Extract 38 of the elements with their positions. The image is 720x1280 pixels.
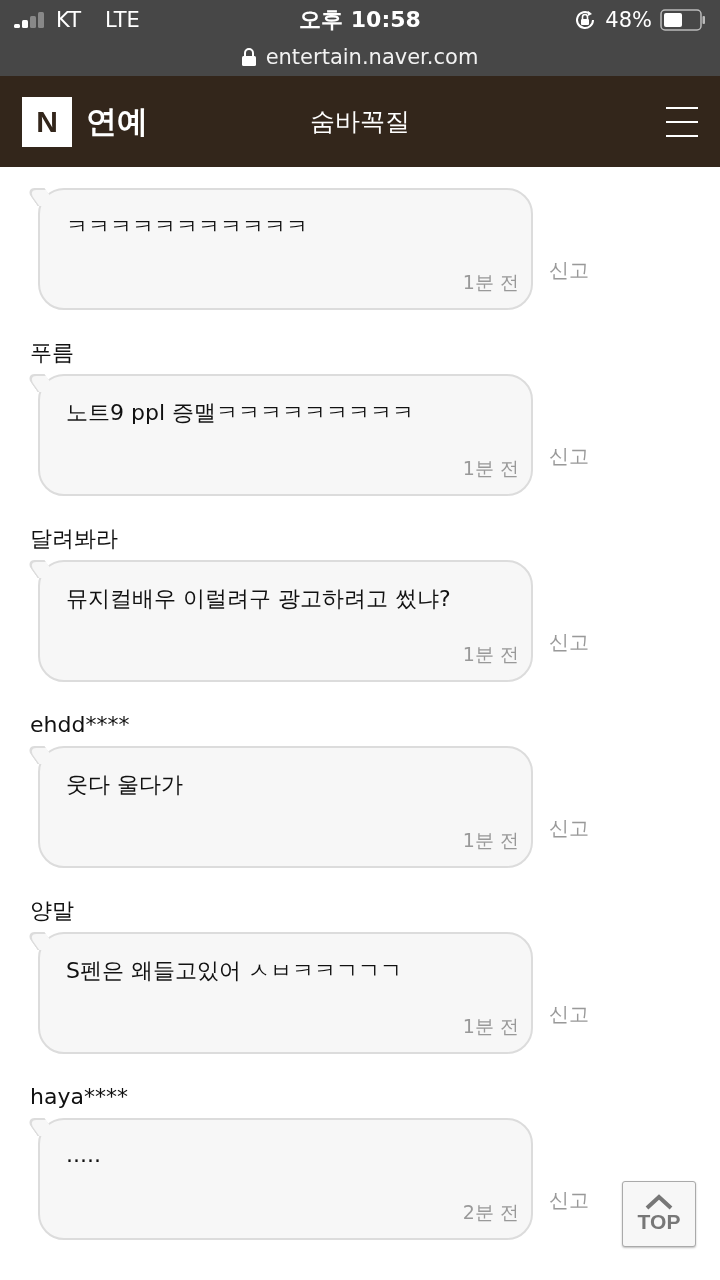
report-link[interactable]: 신고 bbox=[549, 257, 589, 284]
comment-time: 2분 전 bbox=[462, 1200, 519, 1225]
battery-percent: 48% bbox=[605, 8, 652, 32]
comment-author: 달려봐라 bbox=[30, 525, 118, 553]
comment-time: 1분 전 bbox=[462, 828, 519, 853]
comment-text: S펜은 왜들고있어 ㅅㅂㅋㅋㄱㄱㄱ bbox=[66, 957, 402, 985]
battery-icon bbox=[660, 9, 706, 31]
signal-icon bbox=[14, 12, 46, 28]
report-link[interactable]: 신고 bbox=[549, 1187, 589, 1214]
network-type: LTE bbox=[104, 8, 140, 32]
report-link[interactable]: 신고 bbox=[549, 1001, 589, 1028]
logo[interactable]: N bbox=[22, 96, 72, 147]
comment-author: haya**** bbox=[30, 1083, 128, 1111]
comment-text: ..... bbox=[66, 1142, 101, 1167]
lock-icon bbox=[241, 48, 256, 66]
comment-time: 1분 전 bbox=[462, 270, 519, 295]
section-title[interactable]: 연예 bbox=[86, 100, 148, 143]
menu-icon bbox=[666, 106, 698, 137]
comment-time: 1분 전 bbox=[462, 1014, 519, 1039]
clock: 오후 10:58 bbox=[299, 6, 421, 34]
comment-text: ㅋㅋㅋㅋㅋㅋㅋㅋㅋㅋㅋ bbox=[66, 213, 308, 241]
page-title: 숨바꼭질 bbox=[310, 106, 410, 138]
menu-button[interactable] bbox=[666, 106, 698, 137]
comment-text: 뮤지컬배우 이럴려구 광고하려고 썼냐? bbox=[66, 585, 451, 613]
report-link[interactable]: 신고 bbox=[549, 815, 589, 842]
comment-author: ehdd**** bbox=[30, 711, 130, 739]
comment-author: 양말 bbox=[30, 897, 74, 925]
url-text[interactable]: entertain.naver.com bbox=[265, 45, 479, 69]
top-button[interactable]: TOP bbox=[622, 1181, 696, 1247]
comment-text: 노트9 ppl 증맬ㅋㅋㅋㅋㅋㅋㅋㅋㅋ bbox=[66, 399, 415, 427]
carrier: KT bbox=[56, 8, 81, 32]
chevron-up-icon bbox=[644, 1194, 674, 1210]
report-link[interactable]: 신고 bbox=[549, 629, 589, 656]
comment-text: 웃다 울다가 bbox=[66, 771, 183, 799]
report-link[interactable]: 신고 bbox=[549, 443, 589, 470]
comment-author: 푸름 bbox=[30, 339, 74, 367]
comment-time: 1분 전 bbox=[462, 642, 519, 667]
comment-time: 1분 전 bbox=[462, 456, 519, 481]
